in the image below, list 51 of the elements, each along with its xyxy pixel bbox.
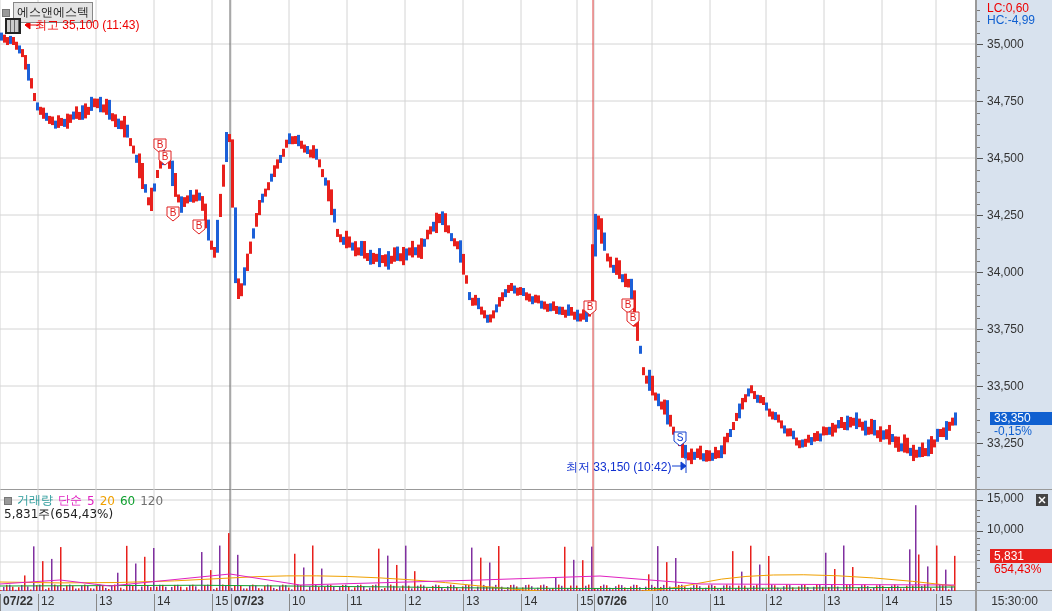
end-time-label: 15:30:00 bbox=[991, 594, 1038, 608]
low-price-label: 최저 33,150 (10:42) bbox=[566, 459, 672, 476]
time-axis-label: 10 bbox=[652, 594, 669, 611]
legend-label: 20 bbox=[99, 493, 115, 508]
time-axis-label: 11 bbox=[347, 594, 363, 611]
time-axis-label: 15 bbox=[577, 594, 594, 611]
time-axis-label: 14 bbox=[154, 594, 171, 611]
time-axis-label: 12 bbox=[38, 594, 55, 611]
axis-tick-label: 34,250 bbox=[987, 209, 1024, 221]
time-axis-label: 11 bbox=[710, 594, 726, 611]
time-axis-label: 15 bbox=[212, 594, 229, 611]
axis-tick-label: 15,000 bbox=[987, 492, 1024, 504]
legend-label: 120 bbox=[140, 493, 164, 508]
time-axis-label: 07/23 bbox=[231, 594, 265, 611]
time-axis-label: 07/22 bbox=[0, 594, 34, 611]
axis-tick-label: 33,500 bbox=[987, 380, 1024, 392]
time-axis-label: 12 bbox=[405, 594, 422, 611]
axis-tick-label: 34,750 bbox=[987, 95, 1024, 107]
legend-label: 5 bbox=[87, 493, 95, 508]
buy-marker: B bbox=[192, 219, 206, 235]
price-change-label: -0,15% bbox=[994, 425, 1033, 437]
legend-label: 60 bbox=[119, 493, 136, 508]
buy-marker: B bbox=[166, 206, 180, 222]
time-axis-label: 14 bbox=[882, 594, 899, 611]
axis-tick-label: 33,750 bbox=[987, 323, 1024, 335]
current-price-badge: 33,350 bbox=[990, 412, 1052, 425]
axis-tick-label: 10,000 bbox=[987, 523, 1024, 535]
time-axis-label: 15 bbox=[936, 594, 953, 611]
buy-marker: B bbox=[621, 298, 635, 314]
current-volume-badge: 5,831 bbox=[990, 549, 1052, 563]
axis-tick-label: 35,000 bbox=[987, 38, 1024, 50]
buy-marker: B bbox=[626, 311, 640, 327]
time-axis-label: 14 bbox=[521, 594, 538, 611]
time-axis-label: 12 bbox=[766, 594, 783, 611]
buy-marker: B bbox=[583, 300, 597, 316]
axis-tick-label: 34,000 bbox=[987, 266, 1024, 278]
time-axis-label: 13 bbox=[824, 594, 841, 611]
hc-label: HC:-4,99 bbox=[987, 13, 1036, 27]
volume-title: 거래량 bbox=[17, 492, 53, 508]
volume-ratio-label: 654,43% bbox=[994, 562, 1042, 576]
axis-tick-label: 34,500 bbox=[987, 152, 1024, 164]
time-axis-label: 07/26 bbox=[594, 594, 628, 611]
sell-marker: S bbox=[673, 431, 687, 447]
volume-summary: 5,831주(654,43%) bbox=[4, 506, 114, 523]
buy-marker: B bbox=[158, 150, 172, 166]
time-axis-label: 10 bbox=[289, 594, 306, 611]
time-axis-label: 13 bbox=[96, 594, 113, 611]
moving-average-type: 단순 bbox=[58, 492, 82, 508]
lc-label: LC:0,60 bbox=[987, 1, 1030, 15]
axis-tick-label: 33,250 bbox=[987, 437, 1024, 449]
time-axis-label: 13 bbox=[463, 594, 480, 611]
